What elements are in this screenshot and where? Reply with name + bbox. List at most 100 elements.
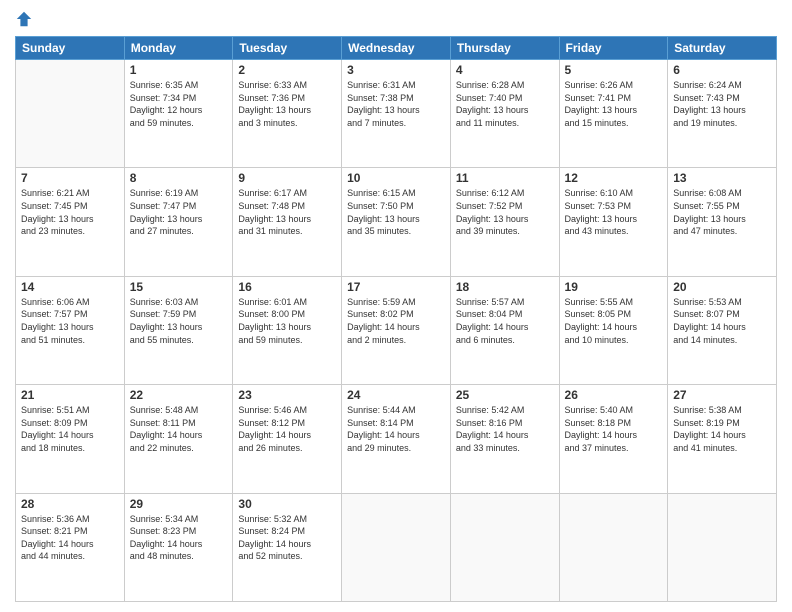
- day-header-thursday: Thursday: [450, 37, 559, 60]
- calendar-cell: 21 Sunrise: 5:51 AM Sunset: 8:09 PM Dayli…: [16, 385, 125, 493]
- day-info: Sunrise: 6:19 AM Sunset: 7:47 PM Dayligh…: [130, 187, 228, 237]
- calendar-cell: 16 Sunrise: 6:01 AM Sunset: 8:00 PM Dayli…: [233, 276, 342, 384]
- day-info: Sunrise: 6:21 AM Sunset: 7:45 PM Dayligh…: [21, 187, 119, 237]
- day-info: Sunrise: 6:17 AM Sunset: 7:48 PM Dayligh…: [238, 187, 336, 237]
- day-number: 28: [21, 497, 119, 511]
- calendar-cell: [668, 493, 777, 601]
- calendar-cell: 2 Sunrise: 6:33 AM Sunset: 7:36 PM Daylig…: [233, 60, 342, 168]
- calendar-cell: 30 Sunrise: 5:32 AM Sunset: 8:24 PM Dayli…: [233, 493, 342, 601]
- day-header-friday: Friday: [559, 37, 668, 60]
- day-info: Sunrise: 6:33 AM Sunset: 7:36 PM Dayligh…: [238, 79, 336, 129]
- calendar-cell: 14 Sunrise: 6:06 AM Sunset: 7:57 PM Dayli…: [16, 276, 125, 384]
- day-number: 17: [347, 280, 445, 294]
- day-number: 27: [673, 388, 771, 402]
- day-info: Sunrise: 5:51 AM Sunset: 8:09 PM Dayligh…: [21, 404, 119, 454]
- day-info: Sunrise: 6:24 AM Sunset: 7:43 PM Dayligh…: [673, 79, 771, 129]
- calendar-cell: 27Sunrise: 5:38 AM Sunset: 8:19 PM Dayli…: [668, 385, 777, 493]
- calendar-cell: 19 Sunrise: 5:55 AM Sunset: 8:05 PM Dayli…: [559, 276, 668, 384]
- day-info: Sunrise: 5:44 AM Sunset: 8:14 PM Dayligh…: [347, 404, 445, 454]
- day-info: Sunrise: 6:06 AM Sunset: 7:57 PM Dayligh…: [21, 296, 119, 346]
- day-info: Sunrise: 5:59 AM Sunset: 8:02 PM Dayligh…: [347, 296, 445, 346]
- day-number: 21: [21, 388, 119, 402]
- calendar-cell: 8 Sunrise: 6:19 AM Sunset: 7:47 PM Daylig…: [124, 168, 233, 276]
- day-info: Sunrise: 6:31 AM Sunset: 7:38 PM Dayligh…: [347, 79, 445, 129]
- calendar-cell: 22 Sunrise: 5:48 AM Sunset: 8:11 PM Dayli…: [124, 385, 233, 493]
- day-number: 9: [238, 171, 336, 185]
- day-number: 23: [238, 388, 336, 402]
- day-number: 7: [21, 171, 119, 185]
- calendar-cell: 29Sunrise: 5:34 AM Sunset: 8:23 PM Dayli…: [124, 493, 233, 601]
- day-info: Sunrise: 5:32 AM Sunset: 8:24 PM Dayligh…: [238, 513, 336, 563]
- day-info: Sunrise: 6:08 AM Sunset: 7:55 PM Dayligh…: [673, 187, 771, 237]
- day-info: Sunrise: 5:46 AM Sunset: 8:12 PM Dayligh…: [238, 404, 336, 454]
- logo-icon: [15, 10, 33, 28]
- day-number: 5: [565, 63, 663, 77]
- calendar-cell: 17 Sunrise: 5:59 AM Sunset: 8:02 PM Dayli…: [342, 276, 451, 384]
- day-info: Sunrise: 5:53 AM Sunset: 8:07 PM Dayligh…: [673, 296, 771, 346]
- day-number: 10: [347, 171, 445, 185]
- day-info: Sunrise: 6:12 AM Sunset: 7:52 PM Dayligh…: [456, 187, 554, 237]
- day-number: 19: [565, 280, 663, 294]
- day-info: Sunrise: 5:55 AM Sunset: 8:05 PM Dayligh…: [565, 296, 663, 346]
- calendar: SundayMondayTuesdayWednesdayThursdayFrid…: [15, 36, 777, 602]
- calendar-cell: 26 Sunrise: 5:40 AM Sunset: 8:18 PM Dayli…: [559, 385, 668, 493]
- day-number: 4: [456, 63, 554, 77]
- day-info: Sunrise: 6:28 AM Sunset: 7:40 PM Dayligh…: [456, 79, 554, 129]
- calendar-cell: 13 Sunrise: 6:08 AM Sunset: 7:55 PM Dayli…: [668, 168, 777, 276]
- calendar-cell: [559, 493, 668, 601]
- day-header-saturday: Saturday: [668, 37, 777, 60]
- calendar-cell: 15 Sunrise: 6:03 AM Sunset: 7:59 PM Dayli…: [124, 276, 233, 384]
- calendar-cell: 24 Sunrise: 5:44 AM Sunset: 8:14 PM Dayli…: [342, 385, 451, 493]
- day-number: 18: [456, 280, 554, 294]
- day-number: 13: [673, 171, 771, 185]
- calendar-cell: [450, 493, 559, 601]
- calendar-cell: 23 Sunrise: 5:46 AM Sunset: 8:12 PM Dayli…: [233, 385, 342, 493]
- day-number: 29: [130, 497, 228, 511]
- week-row-2: 7 Sunrise: 6:21 AM Sunset: 7:45 PM Daylig…: [16, 168, 777, 276]
- day-info: Sunrise: 5:36 AM Sunset: 8:21 PM Dayligh…: [21, 513, 119, 563]
- day-number: 2: [238, 63, 336, 77]
- day-number: 26: [565, 388, 663, 402]
- day-number: 1: [130, 63, 228, 77]
- day-header-monday: Monday: [124, 37, 233, 60]
- day-number: 6: [673, 63, 771, 77]
- day-header-tuesday: Tuesday: [233, 37, 342, 60]
- day-info: Sunrise: 5:48 AM Sunset: 8:11 PM Dayligh…: [130, 404, 228, 454]
- day-number: 15: [130, 280, 228, 294]
- day-number: 16: [238, 280, 336, 294]
- calendar-cell: 7 Sunrise: 6:21 AM Sunset: 7:45 PM Daylig…: [16, 168, 125, 276]
- day-number: 24: [347, 388, 445, 402]
- day-number: 30: [238, 497, 336, 511]
- calendar-cell: 28 Sunrise: 5:36 AM Sunset: 8:21 PM Dayli…: [16, 493, 125, 601]
- calendar-cell: 25Sunrise: 5:42 AM Sunset: 8:16 PM Dayli…: [450, 385, 559, 493]
- day-info: Sunrise: 5:42 AM Sunset: 8:16 PM Dayligh…: [456, 404, 554, 454]
- week-row-4: 21 Sunrise: 5:51 AM Sunset: 8:09 PM Dayli…: [16, 385, 777, 493]
- calendar-cell: 3Sunrise: 6:31 AM Sunset: 7:38 PM Daylig…: [342, 60, 451, 168]
- calendar-cell: 6 Sunrise: 6:24 AM Sunset: 7:43 PM Daylig…: [668, 60, 777, 168]
- calendar-cell: 20 Sunrise: 5:53 AM Sunset: 8:07 PM Dayli…: [668, 276, 777, 384]
- day-number: 20: [673, 280, 771, 294]
- header: [15, 10, 777, 28]
- day-info: Sunrise: 5:40 AM Sunset: 8:18 PM Dayligh…: [565, 404, 663, 454]
- calendar-cell: 1Sunrise: 6:35 AM Sunset: 7:34 PM Daylig…: [124, 60, 233, 168]
- calendar-cell: 4 Sunrise: 6:28 AM Sunset: 7:40 PM Daylig…: [450, 60, 559, 168]
- day-number: 11: [456, 171, 554, 185]
- calendar-cell: 12 Sunrise: 6:10 AM Sunset: 7:53 PM Dayli…: [559, 168, 668, 276]
- calendar-cell: 18 Sunrise: 5:57 AM Sunset: 8:04 PM Dayli…: [450, 276, 559, 384]
- day-number: 14: [21, 280, 119, 294]
- day-info: Sunrise: 6:10 AM Sunset: 7:53 PM Dayligh…: [565, 187, 663, 237]
- day-number: 12: [565, 171, 663, 185]
- calendar-cell: 5Sunrise: 6:26 AM Sunset: 7:41 PM Daylig…: [559, 60, 668, 168]
- day-header-wednesday: Wednesday: [342, 37, 451, 60]
- day-info: Sunrise: 6:03 AM Sunset: 7:59 PM Dayligh…: [130, 296, 228, 346]
- week-row-5: 28 Sunrise: 5:36 AM Sunset: 8:21 PM Dayli…: [16, 493, 777, 601]
- day-number: 22: [130, 388, 228, 402]
- day-info: Sunrise: 6:01 AM Sunset: 8:00 PM Dayligh…: [238, 296, 336, 346]
- day-info: Sunrise: 5:57 AM Sunset: 8:04 PM Dayligh…: [456, 296, 554, 346]
- calendar-cell: 9 Sunrise: 6:17 AM Sunset: 7:48 PM Daylig…: [233, 168, 342, 276]
- page: SundayMondayTuesdayWednesdayThursdayFrid…: [0, 0, 792, 612]
- calendar-cell: [16, 60, 125, 168]
- logo: [15, 10, 37, 28]
- day-header-sunday: Sunday: [16, 37, 125, 60]
- day-number: 8: [130, 171, 228, 185]
